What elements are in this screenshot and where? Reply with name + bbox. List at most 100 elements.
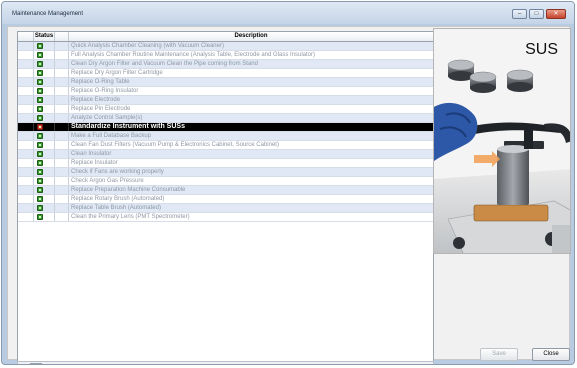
status-cell xyxy=(34,123,55,131)
table-row[interactable]: Replace Preparation Machine Consumable xyxy=(18,186,433,195)
row-spacer-cell xyxy=(55,141,69,149)
table-row[interactable]: Clean Insulator xyxy=(18,150,433,159)
status-ok-icon xyxy=(37,214,43,220)
status-ok-icon xyxy=(37,151,43,157)
row-spacer-cell xyxy=(55,42,69,50)
status-cell xyxy=(34,87,55,95)
status-ok-icon xyxy=(37,43,43,49)
description-header[interactable]: Description xyxy=(69,32,433,41)
table-row[interactable]: Replace Rotary Brush (Automated) xyxy=(18,195,433,204)
row-indicator xyxy=(18,69,34,77)
table-row[interactable]: Replace Insulator xyxy=(18,159,433,168)
window-title: Maintenance Management xyxy=(12,11,84,17)
status-ok-icon xyxy=(37,187,43,193)
row-description: Check Argon Gas Pressure xyxy=(71,178,144,184)
indicator-header xyxy=(18,32,34,41)
status-header[interactable]: Status xyxy=(34,32,55,41)
row-description: Quick Analysis Chamber Cleaning (with Va… xyxy=(71,43,224,49)
save-button[interactable]: Save xyxy=(480,348,518,361)
table-row[interactable]: Clean the Primary Lens (PMT Spectrometer… xyxy=(18,213,433,222)
sus-label: SUS xyxy=(525,41,558,58)
row-description: Replace Dry Argon Filter Cartridge xyxy=(71,70,163,76)
row-indicator xyxy=(18,114,34,122)
table-row[interactable]: Check if Fans are working properly xyxy=(18,168,433,177)
row-indicator xyxy=(18,177,34,185)
row-spacer-cell xyxy=(55,51,69,59)
status-cell xyxy=(34,78,55,86)
row-indicator xyxy=(18,159,34,167)
status-ok-icon xyxy=(37,178,43,184)
row-description: Replace Preparation Machine Consumable xyxy=(71,187,186,193)
maintenance-window: Maintenance Management – □ ✕ Status Desc… xyxy=(1,1,575,365)
table-row[interactable]: Make a Full Database Backup xyxy=(18,132,433,141)
row-indicator xyxy=(18,60,34,68)
table-row[interactable]: Quick Analysis Chamber Cleaning (with Va… xyxy=(18,42,433,51)
table-body: Quick Analysis Chamber Cleaning (with Va… xyxy=(18,42,433,222)
row-indicator xyxy=(18,195,34,203)
row-description: Make a Full Database Backup xyxy=(71,133,152,139)
table-row[interactable]: Check Argon Gas Pressure xyxy=(18,177,433,186)
row-spacer-cell xyxy=(55,87,69,95)
scroll-right-icon[interactable]: ▸ xyxy=(427,362,430,364)
table-row-selected[interactable]: ▶ Standardize Instrument with SUSs xyxy=(18,123,433,132)
status-ok-icon xyxy=(37,79,43,85)
scroll-thumb[interactable] xyxy=(30,363,42,364)
table-row[interactable]: Clean Dry Argon Filter and Vacuum Clean … xyxy=(18,60,433,69)
maximize-button[interactable]: □ xyxy=(529,9,544,19)
status-ok-icon xyxy=(37,61,43,67)
row-spacer-cell xyxy=(55,204,69,212)
table-row[interactable]: Full Analysis Chamber Routine Maintenanc… xyxy=(18,51,433,60)
row-indicator xyxy=(18,132,34,140)
table-row[interactable]: Clean Fan Dust Filters (Vacuum Pump & El… xyxy=(18,141,433,150)
status-cell xyxy=(34,150,55,158)
row-spacer-cell xyxy=(55,123,69,131)
status-ok-icon xyxy=(37,115,43,121)
table-row[interactable]: Replace Pin Electrode xyxy=(18,105,433,114)
row-indicator xyxy=(18,105,34,113)
title-bar: Maintenance Management – □ ✕ xyxy=(2,2,574,24)
row-description: Clean the Primary Lens (PMT Spectrometer… xyxy=(71,214,190,220)
row-description: Replace Electrode xyxy=(71,97,121,103)
status-cell xyxy=(34,51,55,59)
close-window-button[interactable]: ✕ xyxy=(546,9,566,19)
status-ok-icon xyxy=(37,88,43,94)
status-cell xyxy=(34,141,55,149)
table-row[interactable]: Replace O-Ring Insulator xyxy=(18,87,433,96)
table-row[interactable]: Analyze Control Sample(s) xyxy=(18,114,433,123)
status-cell xyxy=(34,159,55,167)
status-cell xyxy=(34,168,55,176)
row-description: Replace Table Brush (Automated) xyxy=(71,205,161,211)
table-row[interactable]: Replace Table Brush (Automated) xyxy=(18,204,433,213)
row-description: Full Analysis Chamber Routine Maintenanc… xyxy=(71,52,316,58)
status-ok-icon xyxy=(37,106,43,112)
status-cell xyxy=(34,213,55,221)
table-row[interactable]: Replace Dry Argon Filter Cartridge xyxy=(18,69,433,78)
row-indicator xyxy=(18,42,34,50)
scroll-left-icon[interactable]: ◂ xyxy=(20,362,23,364)
table-row[interactable]: Replace Electrode xyxy=(18,96,433,105)
row-description: Replace O-Ring Insulator xyxy=(71,88,139,94)
status-ok-icon xyxy=(37,52,43,58)
row-description: Analyze Control Sample(s) xyxy=(71,115,143,121)
status-ok-icon xyxy=(37,160,43,166)
minimize-button[interactable]: – xyxy=(512,9,527,19)
close-button[interactable]: Close xyxy=(532,348,570,361)
status-cell xyxy=(34,177,55,185)
row-spacer-cell xyxy=(55,69,69,77)
sus-illustration: SUS xyxy=(433,28,571,254)
row-description: Replace Insulator xyxy=(71,160,118,166)
row-description: Clean Insulator xyxy=(71,151,112,157)
horizontal-scrollbar[interactable]: ◂ ▸ xyxy=(17,361,434,364)
status-cell xyxy=(34,132,55,140)
status-cell xyxy=(34,105,55,113)
row-spacer-cell xyxy=(55,132,69,140)
row-description: Check if Fans are working properly xyxy=(71,169,164,175)
row-spacer-cell xyxy=(55,159,69,167)
status-ok-icon xyxy=(37,142,43,148)
row-indicator xyxy=(18,87,34,95)
table-header: Status Description xyxy=(18,32,433,42)
table-row[interactable]: Replace O-Ring Table xyxy=(18,78,433,87)
row-description: Replace Rotary Brush (Automated) xyxy=(71,196,165,202)
row-indicator xyxy=(18,213,34,221)
status-ok-icon xyxy=(37,169,43,175)
